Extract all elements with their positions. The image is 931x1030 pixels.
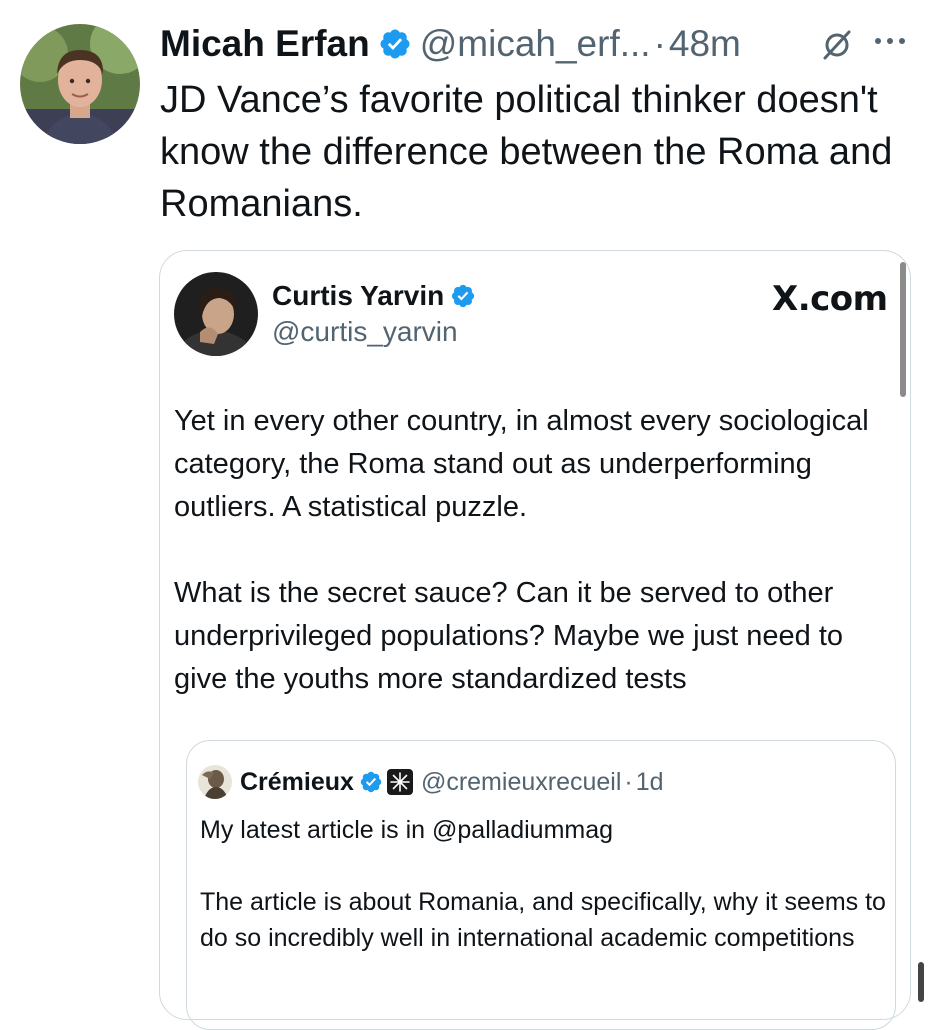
quoted-author-name[interactable]: Curtis Yarvin	[272, 280, 444, 312]
author-name[interactable]: Micah Erfan	[160, 23, 370, 65]
quoted-paragraph: What is the secret sauce? Can it be serv…	[174, 577, 844, 695]
quoted-author-avatar[interactable]	[174, 272, 258, 356]
nested-quote-text: My latest article is in @palladiummag Th…	[200, 812, 890, 956]
author-avatar[interactable]	[20, 24, 140, 144]
nested-timestamp[interactable]: 1d	[636, 768, 664, 797]
verified-badge-icon[interactable]	[378, 27, 412, 61]
nested-author-name[interactable]: Crémieux	[240, 768, 354, 797]
scrollbar-thumb[interactable]	[918, 962, 924, 1002]
verified-badge-icon[interactable]	[359, 770, 383, 794]
tweet-header: Micah Erfan @micah_erf... · 48m	[160, 18, 741, 70]
quoted-tweet-text: Yet in every other country, in almost ev…	[174, 400, 902, 701]
nested-author-avatar[interactable]	[198, 765, 232, 799]
grok-icon[interactable]	[820, 28, 854, 62]
nested-author-handle[interactable]: @cremieuxrecueil	[421, 768, 621, 797]
quoted-author-row: Curtis Yarvin	[272, 280, 484, 312]
scrollbar[interactable]	[900, 262, 906, 397]
source-label[interactable]: X.com	[772, 279, 888, 319]
affiliate-badge-icon[interactable]	[386, 769, 413, 795]
quoted-author-handle[interactable]: @curtis_yarvin	[272, 316, 458, 348]
more-icon[interactable]	[872, 26, 908, 56]
nested-paragraph: My latest article is in @palladiummag	[200, 816, 614, 844]
tweet-text: JD Vance’s favorite political thinker do…	[160, 79, 893, 225]
separator-dot: ·	[653, 23, 666, 64]
separator-dot: ·	[624, 767, 633, 796]
author-handle[interactable]: @micah_erf...	[420, 23, 651, 65]
nested-paragraph: The article is about Romania, and specif…	[200, 888, 886, 952]
timestamp[interactable]: 48m	[669, 23, 741, 65]
quoted-paragraph: Yet in every other country, in almost ev…	[174, 405, 869, 523]
verified-badge-icon[interactable]	[450, 283, 476, 309]
nested-quote-header: Crémieux @cremieuxrecueil · 1d	[198, 764, 664, 800]
